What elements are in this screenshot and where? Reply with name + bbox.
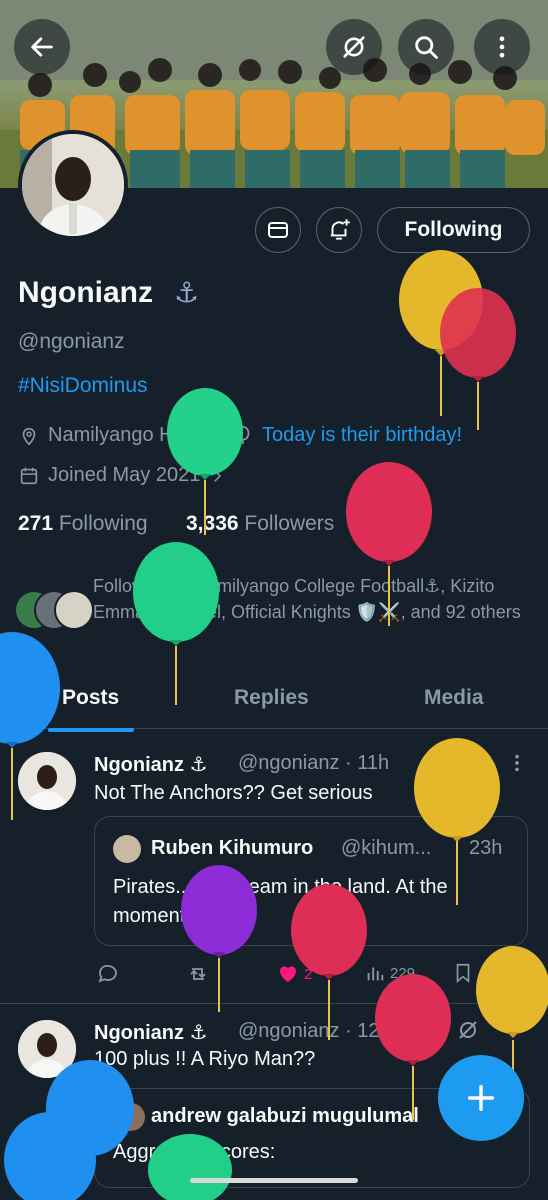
reply-button[interactable]: [96, 962, 120, 986]
grok-button[interactable]: [326, 19, 382, 75]
notifications-button[interactable]: [316, 207, 362, 253]
reply-icon: [98, 965, 117, 983]
joined-text: Joined May 2021: [48, 464, 201, 486]
views-count: 229: [390, 964, 416, 982]
compose-button[interactable]: [438, 1055, 524, 1141]
post-avatar[interactable]: [18, 1020, 76, 1078]
profile-avatar[interactable]: [18, 130, 128, 240]
profile-name: Ngonianz: [18, 276, 153, 309]
followers-count: 3,336: [186, 512, 239, 535]
quote-author: andrew galabuzi mugulumal: [151, 1105, 419, 1127]
anchor-emoji: ⚓: [174, 277, 200, 308]
repost-button[interactable]: [186, 962, 210, 986]
follower-avatar: [54, 590, 94, 630]
views-icon: [367, 967, 384, 981]
bookmark-button[interactable]: [452, 962, 474, 984]
tab-media[interactable]: Media: [424, 686, 484, 710]
views-button[interactable]: 229: [364, 962, 415, 984]
more-options-button[interactable]: [474, 19, 530, 75]
mail-icon: [268, 222, 288, 238]
share-icon: [499, 964, 515, 982]
post-divider: [0, 1003, 548, 1004]
chevron-right-icon: [214, 469, 222, 482]
back-button[interactable]: [14, 19, 70, 75]
grok-icon: [343, 36, 365, 58]
post-avatar[interactable]: [18, 752, 76, 810]
joined-row[interactable]: Joined May 2021: [18, 464, 226, 487]
birthday-text[interactable]: Today is their birthday!: [262, 424, 462, 447]
quote-text: Pirates... Best team in the land. At the…: [113, 876, 448, 927]
bookmark-icon: [456, 963, 470, 984]
heart-icon: [280, 966, 296, 982]
like-button[interactable]: 2: [276, 962, 312, 986]
following-button[interactable]: Following: [377, 207, 530, 253]
compose-plus-icon: [467, 1084, 495, 1112]
post-handle-time[interactable]: @ngonianz · 12h: [238, 1020, 391, 1043]
tab-replies[interactable]: Replies: [234, 686, 309, 710]
message-button[interactable]: [255, 207, 301, 253]
following-count-link[interactable]: 271 Following: [18, 512, 148, 536]
avatar-photo: [22, 134, 124, 236]
tab-posts[interactable]: Posts: [62, 686, 119, 710]
quote-avatar: [113, 835, 141, 863]
post-author[interactable]: Ngonianz ⚓: [94, 752, 207, 777]
balloon: [399, 250, 483, 416]
following-label: Following: [58, 512, 148, 535]
birthday-row: Today is their birthday!: [232, 424, 462, 447]
more-vertical-icon: [499, 36, 505, 58]
avatar-photo: [18, 1020, 76, 1078]
post-text: Not The Anchors?? Get serious: [94, 782, 373, 804]
followers-label: Followers: [244, 512, 335, 535]
location-row: Namilyango Hill: [18, 424, 187, 447]
quote-author: Ruben Kihumuro: [151, 837, 314, 859]
back-arrow-icon: [31, 37, 53, 57]
bio-hashtag[interactable]: #NisiDominus: [18, 374, 148, 398]
quote-time: 23h: [469, 837, 503, 859]
search-button[interactable]: [398, 19, 454, 75]
post-handle-time[interactable]: @ngonianz · 11h: [238, 752, 389, 775]
followed-by-text[interactable]: Followed by Namilyango College Football⚓…: [93, 573, 533, 625]
post-text: 100 plus !! A Riyo Man??: [94, 1048, 316, 1070]
location-text: Namilyango Hill: [48, 424, 187, 446]
location-icon: [22, 427, 36, 445]
profile-tabs: Posts Replies Media: [0, 672, 548, 729]
balloon-icon: [236, 425, 250, 444]
post-author[interactable]: Ngonianz ⚓: [94, 1020, 207, 1045]
following-count: 271: [18, 512, 54, 535]
retweet-icon: [190, 968, 206, 980]
quoted-post[interactable]: Ruben Kihumuro @kihum... 23h Pirates... …: [94, 816, 528, 946]
calendar-icon: [20, 467, 38, 484]
profile-handle: @ngonianz: [18, 330, 125, 353]
share-button[interactable]: [496, 962, 518, 984]
grok-icon[interactable]: [456, 1018, 480, 1042]
quote-handle: @kihum...: [341, 837, 432, 859]
followers-count-link[interactable]: 3,336 Followers: [186, 512, 334, 536]
search-icon: [415, 36, 438, 59]
active-tab-indicator: [48, 728, 134, 732]
home-indicator[interactable]: [190, 1178, 358, 1183]
post-more-icon[interactable]: [506, 752, 528, 774]
avatar-photo: [18, 752, 76, 810]
quote-avatar: [117, 1103, 145, 1131]
bell-plus-icon: [330, 219, 350, 240]
like-count: 2: [304, 965, 313, 983]
balloon: [440, 288, 516, 430]
quote-text: Aggregate scores:: [113, 1141, 276, 1163]
